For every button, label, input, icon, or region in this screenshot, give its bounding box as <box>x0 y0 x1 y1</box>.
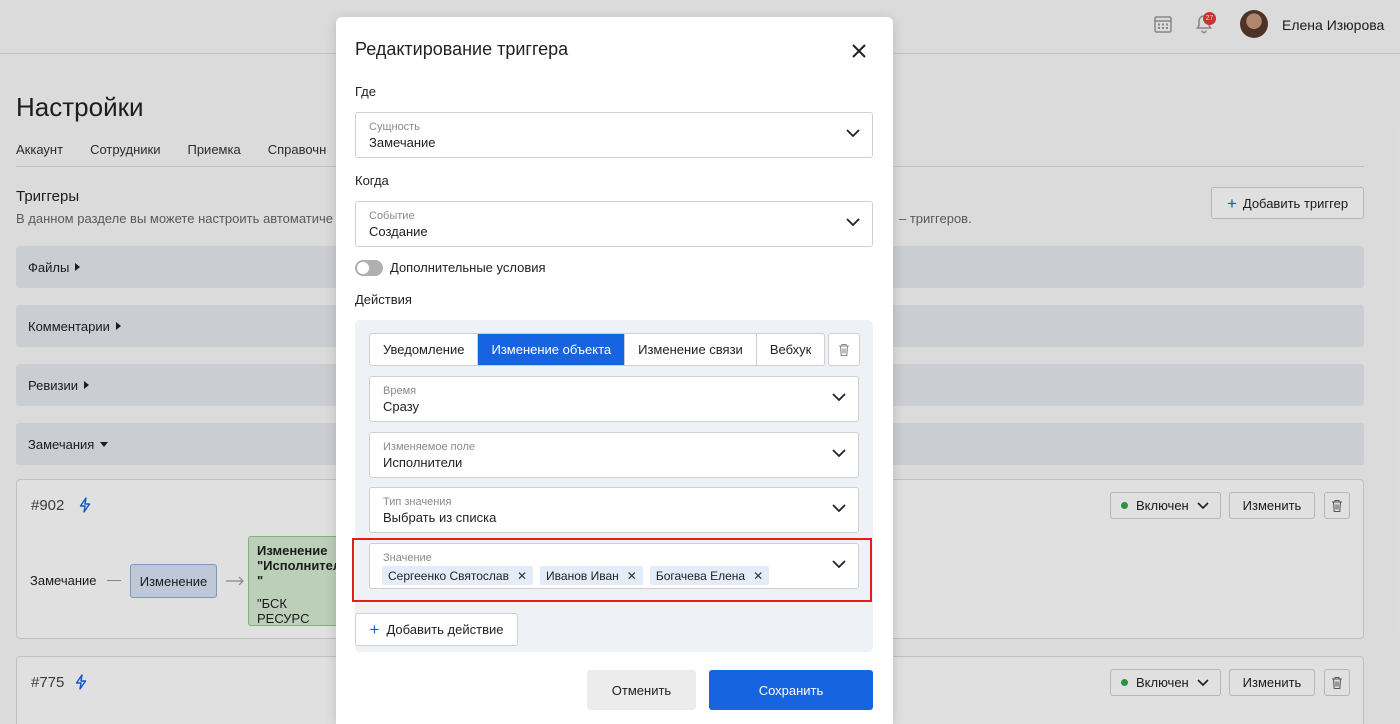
chevron-down-icon <box>846 129 860 138</box>
entity-select[interactable]: Сущность Замечание <box>355 112 873 158</box>
tab-object-change[interactable]: Изменение объекта <box>478 334 626 365</box>
chevron-down-icon <box>832 449 846 458</box>
add-action-label: Добавить действие <box>386 622 504 637</box>
field-caption: Тип значения <box>383 496 452 508</box>
field-value: Замечание <box>369 135 436 150</box>
tab-webhook[interactable]: Вебхук <box>757 334 824 365</box>
field-caption: Изменяемое поле <box>383 441 476 453</box>
trash-icon <box>839 343 849 356</box>
where-label: Где <box>355 84 376 99</box>
modal-title: Редактирование триггера <box>355 39 569 59</box>
field-caption: Событие <box>369 210 415 222</box>
value-type-select[interactable]: Тип значения Выбрать из списка <box>369 487 859 533</box>
save-button[interactable]: Сохранить <box>709 670 873 710</box>
cancel-button[interactable]: Отменить <box>587 670 696 710</box>
plus-icon: + <box>369 620 380 639</box>
chevron-down-icon <box>832 504 846 513</box>
chevron-down-icon <box>832 393 846 402</box>
tab-link-change[interactable]: Изменение связи <box>625 334 757 365</box>
changed-field-select[interactable]: Изменяемое поле Исполнители <box>369 432 859 478</box>
highlight-frame <box>352 538 872 602</box>
chevron-down-icon <box>846 218 860 227</box>
time-select[interactable]: Время Сразу <box>369 376 859 422</box>
field-caption: Сущность <box>369 121 420 133</box>
close-icon[interactable] <box>850 42 868 60</box>
field-value: Создание <box>369 224 428 239</box>
delete-action-button[interactable] <box>828 333 860 366</box>
edit-trigger-modal: Редактирование триггера Где Сущность Зам… <box>336 17 893 724</box>
toggle-knob <box>357 262 369 274</box>
actions-label: Действия <box>355 292 412 307</box>
add-action-button[interactable]: + Добавить действие <box>355 613 518 646</box>
extra-conditions-toggle[interactable] <box>355 260 383 276</box>
field-caption: Время <box>383 385 417 397</box>
field-value: Выбрать из списка <box>383 510 497 525</box>
event-select[interactable]: Событие Создание <box>355 201 873 247</box>
field-value: Сразу <box>383 399 420 414</box>
action-panel: Уведомление Изменение объекта Изменение … <box>355 320 873 652</box>
field-value: Исполнители <box>383 455 463 470</box>
when-label: Когда <box>355 173 389 188</box>
action-type-tabs: Уведомление Изменение объекта Изменение … <box>369 333 826 366</box>
tab-notification[interactable]: Уведомление <box>370 334 479 365</box>
extra-conditions-label: Дополнительные условия <box>390 260 546 275</box>
